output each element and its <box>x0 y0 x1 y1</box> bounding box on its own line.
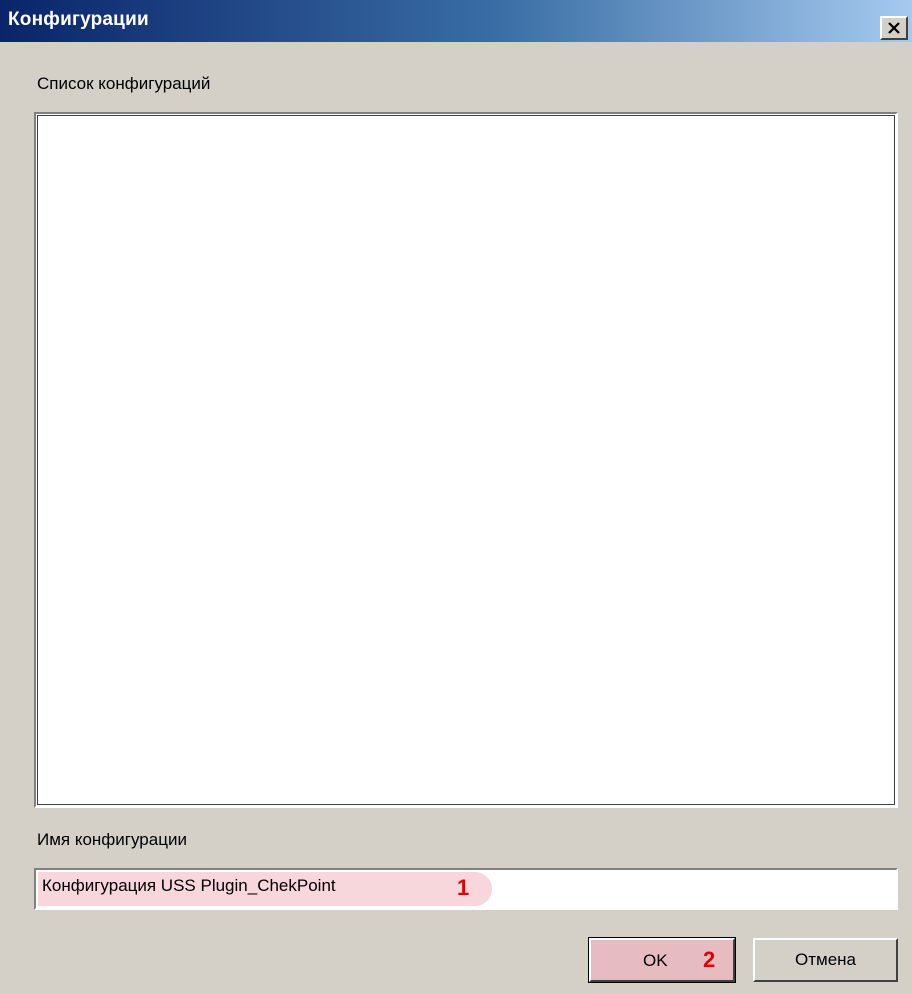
cancel-button[interactable]: Отмена <box>753 938 898 982</box>
cancel-button-label: Отмена <box>795 950 856 969</box>
close-icon <box>887 22 901 34</box>
callout-marker-2: 2 <box>703 947 716 972</box>
configurations-listbox[interactable] <box>34 112 898 808</box>
configuration-name-input[interactable]: Конфигурация USS Plugin_ChekPoint 1 <box>34 868 898 910</box>
ok-button[interactable]: OK 2 <box>588 937 736 983</box>
configurations-list-label: Список конфигураций <box>37 74 211 93</box>
title-bar[interactable]: Конфигурации <box>0 0 912 42</box>
configuration-name-label: Имя конфигурации <box>37 830 187 849</box>
configurations-dialog: Конфигурации Список конфигураций Имя кон… <box>0 0 912 994</box>
close-button[interactable] <box>880 16 908 40</box>
window-title: Конфигурации <box>8 9 149 30</box>
callout-marker-1: 1 <box>457 875 470 900</box>
configuration-name-value: Конфигурация USS Plugin_ChekPoint <box>42 876 336 895</box>
ok-button-label: OK <box>643 951 668 970</box>
